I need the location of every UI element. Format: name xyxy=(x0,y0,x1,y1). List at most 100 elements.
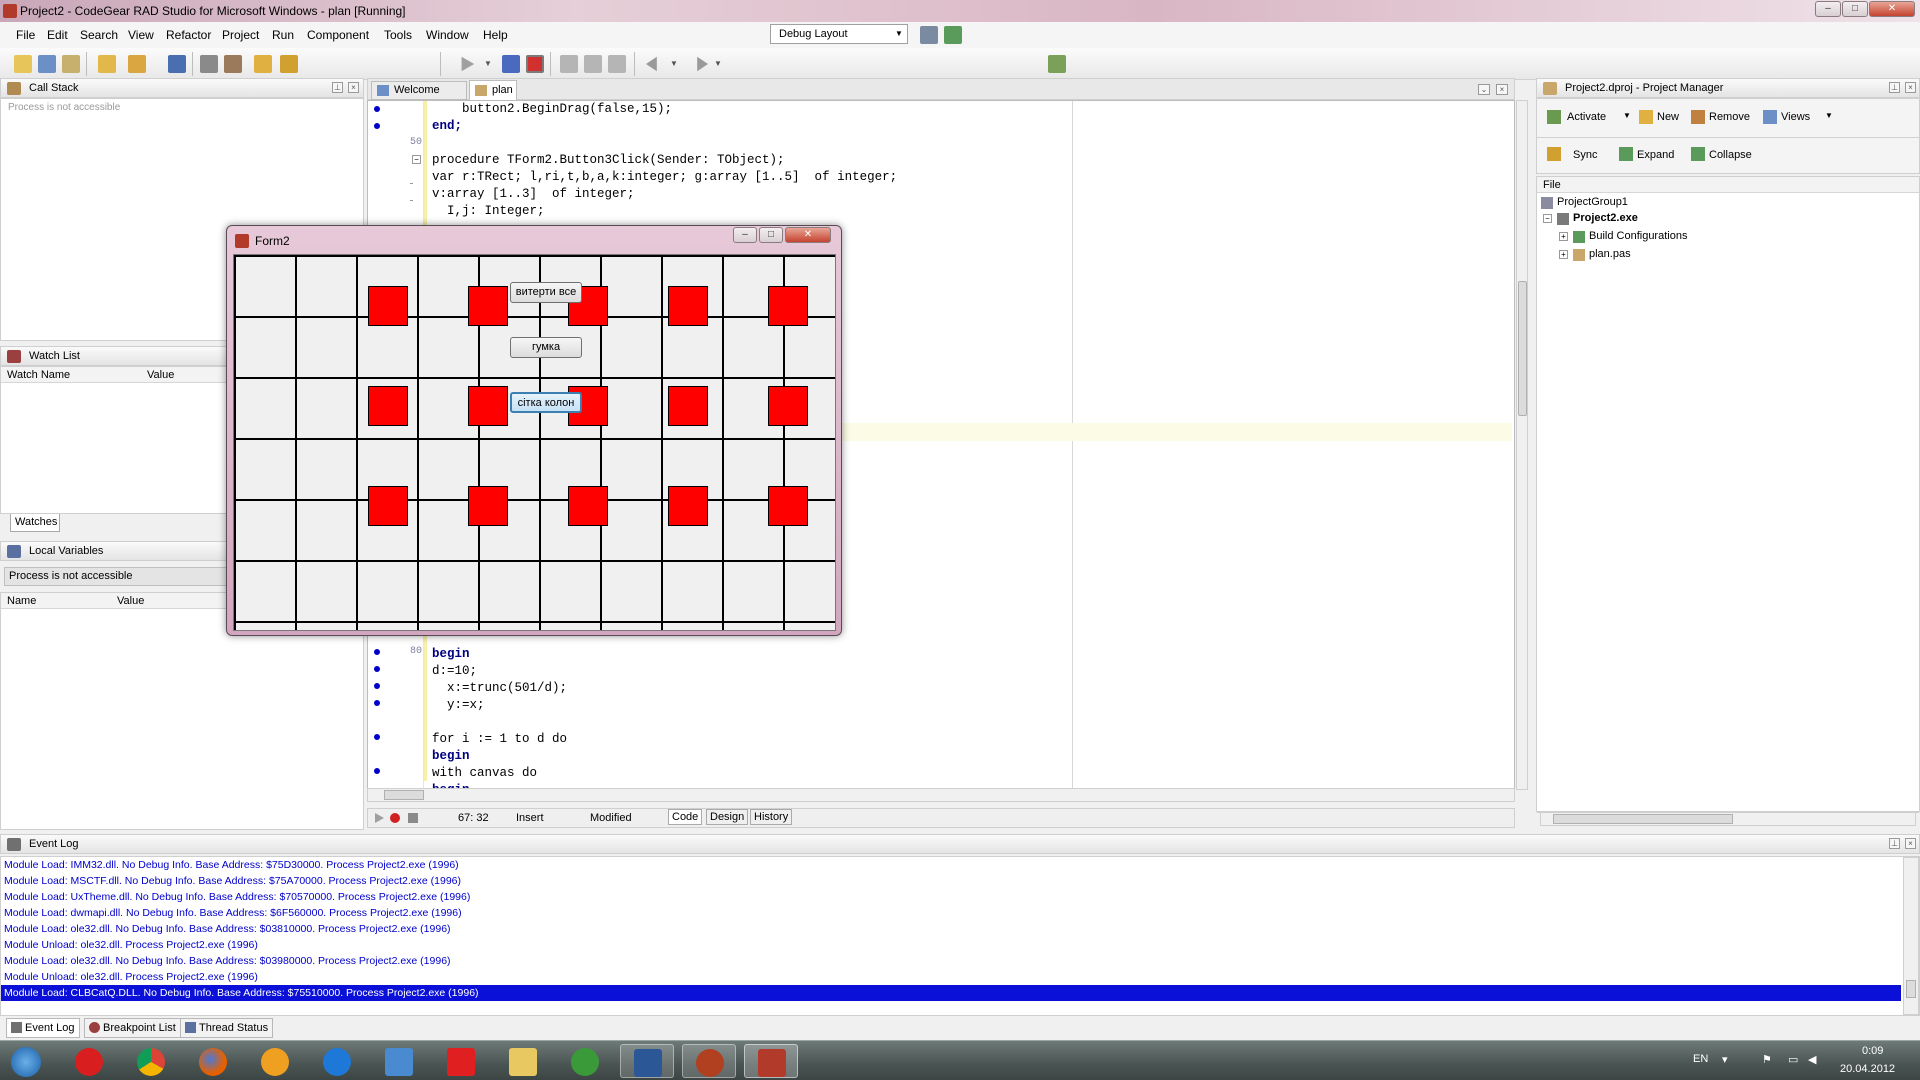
add-to-project-icon[interactable] xyxy=(254,55,272,73)
taskbar-project2[interactable] xyxy=(744,1044,798,1078)
log-entry[interactable]: Module Load: dwmapi.dll. No Debug Info. … xyxy=(4,905,462,921)
column-grid-button[interactable]: сітка колон xyxy=(510,392,582,413)
open-icon[interactable] xyxy=(98,55,116,73)
pin-icon[interactable]: ⊥ xyxy=(332,82,343,93)
close-icon[interactable]: × xyxy=(1905,838,1916,849)
start-button[interactable] xyxy=(2,1044,52,1078)
save-all-icon[interactable] xyxy=(200,55,218,73)
event-log-scrollbar[interactable] xyxy=(1903,857,1919,1015)
taskbar-firefox[interactable] xyxy=(186,1044,240,1078)
scrollbar-thumb[interactable] xyxy=(1518,281,1527,416)
close-icon[interactable]: × xyxy=(1905,82,1916,93)
scrollbar-thumb[interactable] xyxy=(1906,980,1916,998)
set-layout-icon[interactable] xyxy=(944,26,962,44)
pin-icon[interactable]: ⊥ xyxy=(1889,838,1900,849)
eraser-button[interactable]: гумка xyxy=(510,337,582,358)
wipe-all-button[interactable]: витерти все xyxy=(510,282,582,303)
project-tree-horizontal-scrollbar[interactable] xyxy=(1540,812,1916,826)
layout-select[interactable]: Debug Layout ▼ xyxy=(770,24,908,44)
breakpoint-dot[interactable] xyxy=(374,734,380,740)
tab-history[interactable]: History xyxy=(750,809,793,825)
breakpoint-dot[interactable] xyxy=(374,700,380,706)
breakpoint-dot[interactable] xyxy=(374,768,380,774)
run-dropdown-icon[interactable]: ▼ xyxy=(484,55,502,73)
watch-name-column[interactable]: Watch Name xyxy=(7,367,70,383)
form-maximize-button[interactable]: □ xyxy=(759,227,783,243)
menu-help[interactable]: Help xyxy=(483,28,508,42)
menu-view[interactable]: View xyxy=(128,28,154,42)
remove-from-project-icon[interactable] xyxy=(280,55,298,73)
tab-breakpoint-list[interactable]: Breakpoint List xyxy=(84,1018,181,1038)
macro-stop-icon[interactable] xyxy=(408,813,418,823)
save-icon[interactable] xyxy=(168,55,186,73)
tree-item-plan-pas[interactable]: plan.pas xyxy=(1589,248,1631,260)
taskbar-utorrent[interactable] xyxy=(558,1044,612,1078)
power-icon[interactable]: ▭ xyxy=(1788,1053,1798,1066)
taskbar-aimp[interactable] xyxy=(248,1044,302,1078)
tab-plan[interactable]: plan xyxy=(469,80,517,101)
form2-window[interactable]: Form2 – □ ✕ витерти все гумка сітка колон xyxy=(226,225,842,636)
chevron-down-icon[interactable]: ⌄ xyxy=(1478,84,1490,95)
expand-toggle-icon[interactable]: + xyxy=(1559,250,1568,259)
views-button[interactable]: Views xyxy=(1781,111,1810,123)
log-entry[interactable]: Module Unload: ole32.dll. Process Projec… xyxy=(4,937,258,953)
tab-thread-status[interactable]: Thread Status xyxy=(180,1018,274,1038)
macro-play-icon[interactable] xyxy=(375,813,384,823)
macro-record-icon[interactable] xyxy=(390,813,400,823)
chevron-down-icon[interactable]: ▼ xyxy=(1825,111,1833,120)
trace-into-icon[interactable] xyxy=(560,55,578,73)
scrollbar-thumb[interactable] xyxy=(384,790,424,800)
watch-value-column[interactable]: Value xyxy=(147,367,174,383)
local-value-column[interactable]: Value xyxy=(117,593,144,609)
tree-item-project-group[interactable]: ProjectGroup1 xyxy=(1557,196,1628,208)
close-icon[interactable]: × xyxy=(1496,84,1508,95)
new-button[interactable]: New xyxy=(1657,111,1679,123)
stop-icon[interactable] xyxy=(526,55,544,73)
back-dropdown-icon[interactable]: ▼ xyxy=(670,55,688,73)
taskbar-word[interactable] xyxy=(620,1044,674,1078)
breakpoint-dot[interactable] xyxy=(374,666,380,672)
run-to-cursor-icon[interactable] xyxy=(608,55,626,73)
log-entry[interactable]: Module Load: ole32.dll. No Debug Info. B… xyxy=(4,953,451,969)
new-icon[interactable] xyxy=(14,55,32,73)
tab-welcome-page[interactable]: Welcome Page xyxy=(371,81,467,113)
log-entry[interactable]: Module Load: MSCTF.dll. No Debug Info. B… xyxy=(4,873,461,889)
save-layout-icon[interactable] xyxy=(920,26,938,44)
minimize-button[interactable]: – xyxy=(1815,1,1841,17)
close-icon[interactable]: × xyxy=(348,82,359,93)
new-items-icon[interactable] xyxy=(38,55,56,73)
menu-run[interactable]: Run xyxy=(272,28,294,42)
menu-edit[interactable]: Edit xyxy=(47,28,68,42)
tab-watches[interactable]: Watches xyxy=(10,514,60,532)
breakpoint-dot[interactable] xyxy=(374,106,380,112)
scrollbar-thumb[interactable] xyxy=(1553,814,1733,824)
fold-icon[interactable]: − xyxy=(412,155,421,164)
breakpoint-dot[interactable] xyxy=(374,123,380,129)
log-entry[interactable]: Module Load: ole32.dll. No Debug Info. B… xyxy=(4,921,451,937)
sync-button[interactable]: Sync xyxy=(1573,149,1597,161)
menu-window[interactable]: Window xyxy=(426,28,469,42)
activate-button[interactable]: Activate xyxy=(1567,111,1606,123)
pause-icon[interactable] xyxy=(502,55,520,73)
tree-item-project2-exe[interactable]: Project2.exe xyxy=(1573,212,1638,224)
chevron-down-icon[interactable]: ▼ xyxy=(1623,111,1631,120)
menu-project[interactable]: Project xyxy=(222,28,259,42)
forward-dropdown-icon[interactable]: ▼ xyxy=(714,55,732,73)
expand-toggle-icon[interactable]: + xyxy=(1559,232,1568,241)
collapse-button[interactable]: Collapse xyxy=(1709,149,1752,161)
breakpoint-dot[interactable] xyxy=(374,649,380,655)
step-over-icon[interactable] xyxy=(584,55,602,73)
expand-button[interactable]: Expand xyxy=(1637,149,1674,161)
pin-icon[interactable]: ⊥ xyxy=(1889,82,1900,93)
log-entry-selected[interactable]: Module Load: CLBCatQ.DLL. No Debug Info.… xyxy=(1,985,1901,1001)
taskbar-explorer[interactable] xyxy=(496,1044,550,1078)
form2-canvas[interactable]: витерти все гумка сітка колон xyxy=(233,254,836,631)
help-contents-icon[interactable] xyxy=(1048,55,1066,73)
open-project-icon[interactable] xyxy=(62,55,80,73)
editor-horizontal-scrollbar[interactable] xyxy=(367,788,1515,802)
taskbar-rad-studio[interactable] xyxy=(682,1044,736,1078)
log-entry[interactable]: Module Unload: ole32.dll. Process Projec… xyxy=(4,969,258,985)
file-column[interactable]: File xyxy=(1543,179,1561,191)
taskbar-mail[interactable] xyxy=(372,1044,426,1078)
close-button[interactable]: ✕ xyxy=(1869,1,1915,17)
